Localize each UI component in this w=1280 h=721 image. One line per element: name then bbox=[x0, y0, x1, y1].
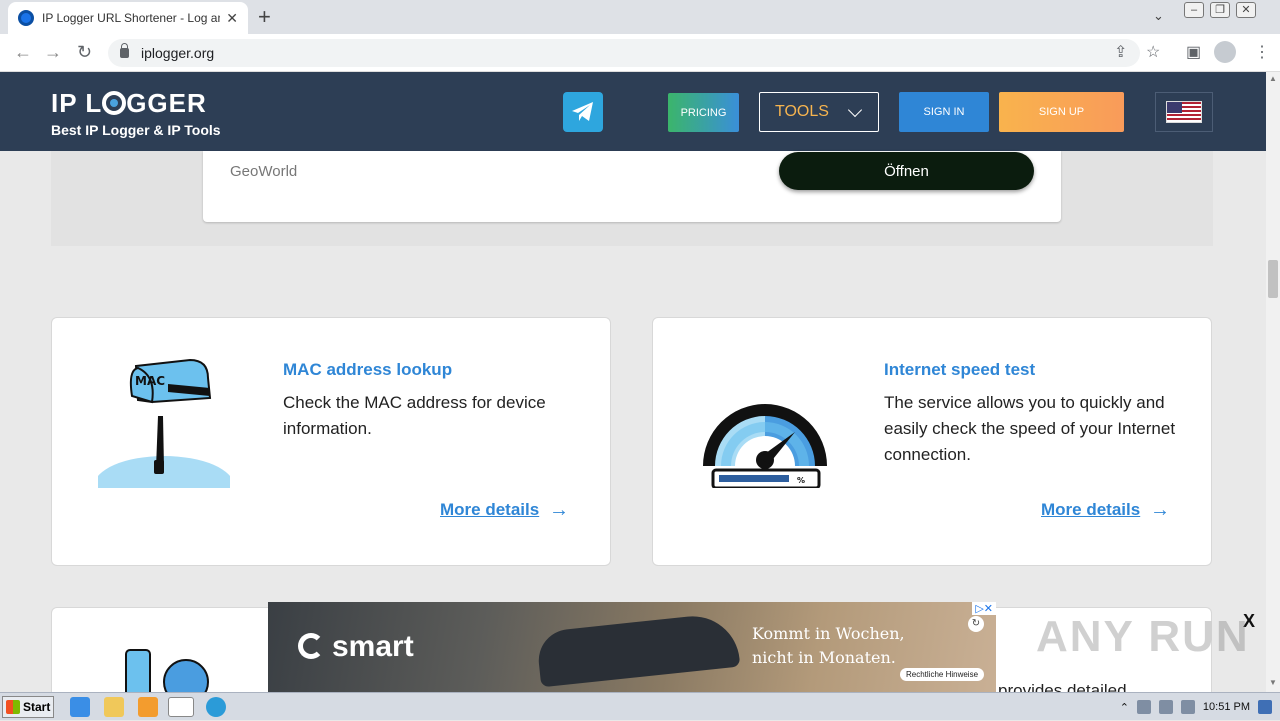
volume-icon[interactable] bbox=[1136, 700, 1151, 714]
new-tab-button[interactable]: + bbox=[258, 6, 271, 28]
restore-icon[interactable]: ❐ bbox=[1210, 2, 1230, 18]
scroll-up-icon[interactable]: ▲ bbox=[1269, 74, 1277, 83]
media-player-icon[interactable] bbox=[138, 697, 158, 717]
logo-text-start: IP L bbox=[51, 88, 103, 118]
card-description: Check the MAC address for device informa… bbox=[283, 393, 546, 438]
logo-eye-icon bbox=[102, 91, 127, 115]
browser-tabbar: IP Logger URL Shortener - Log and T ✕ + … bbox=[0, 0, 1280, 34]
smart-logo: smart bbox=[298, 630, 414, 664]
windows-taskbar: Start ⌃ 10:51 PM bbox=[0, 692, 1280, 720]
chevron-down-icon bbox=[847, 102, 863, 118]
smart-logo-icon bbox=[298, 633, 324, 659]
forward-arrow-icon[interactable]: → bbox=[44, 42, 62, 63]
tab-close-icon[interactable]: ✕ bbox=[226, 10, 238, 27]
start-label: Start bbox=[23, 700, 51, 714]
site-logo[interactable]: IP L GGER bbox=[51, 88, 207, 119]
site-favicon-icon bbox=[18, 10, 34, 26]
speedometer-icon: % bbox=[703, 404, 827, 488]
profile-avatar[interactable] bbox=[1214, 41, 1236, 63]
smart-ad-banner[interactable]: smart Kommt in Wochen, nicht in Monaten.… bbox=[268, 602, 996, 692]
language-selector[interactable] bbox=[1155, 92, 1213, 132]
more-details-link[interactable]: More details bbox=[1041, 500, 1140, 520]
logo-text-end: GGER bbox=[126, 88, 207, 118]
bookmark-star-icon[interactable]: ☆ bbox=[1146, 42, 1160, 62]
clock[interactable]: 10:51 PM bbox=[1203, 701, 1250, 713]
telegram-button[interactable] bbox=[563, 92, 603, 132]
telegram-icon bbox=[572, 102, 593, 121]
tray-expand-icon[interactable]: ⌃ bbox=[1120, 701, 1129, 714]
anyrun-watermark: ANY RUN bbox=[1036, 612, 1250, 661]
side-panel-icon[interactable]: ▣ bbox=[1186, 42, 1201, 62]
scroll-thumb[interactable] bbox=[1268, 260, 1278, 298]
ad-brand: GeoWorld bbox=[230, 163, 298, 180]
site-header: IP L GGER Best IP Logger & IP Tools PRICI… bbox=[0, 72, 1266, 151]
minimize-icon[interactable]: – bbox=[1184, 2, 1204, 18]
phone-edge-icon bbox=[125, 649, 209, 698]
arrow-right-icon[interactable]: → bbox=[1150, 499, 1170, 522]
site-tagline: Best IP Logger & IP Tools bbox=[51, 122, 221, 138]
ad-slogan: Kommt in Wochen, nicht in Monaten. bbox=[752, 622, 905, 670]
url-text: iplogger.org bbox=[141, 45, 215, 61]
scroll-down-icon[interactable]: ▼ bbox=[1269, 678, 1277, 687]
smart-brand-text: smart bbox=[332, 630, 414, 663]
car-image bbox=[535, 611, 741, 688]
window-controls: – ❐ ✕ bbox=[1184, 2, 1256, 18]
card-title: MAC address lookup bbox=[283, 360, 453, 379]
card-title: Internet speed test bbox=[884, 360, 1036, 379]
back-arrow-icon[interactable]: ← bbox=[14, 42, 32, 63]
action-center-flag-icon[interactable] bbox=[1180, 700, 1195, 714]
adchoices-icon[interactable]: ▷✕ bbox=[972, 602, 996, 615]
sign-up-button[interactable]: SIGN UP bbox=[999, 92, 1124, 132]
close-window-icon[interactable]: ✕ bbox=[1236, 2, 1256, 18]
svg-text:MAC: MAC bbox=[135, 374, 165, 388]
show-desktop-icon[interactable] bbox=[1258, 700, 1272, 714]
speed-test-card: % Internet speed test The service allows… bbox=[652, 317, 1212, 566]
explorer-folder-icon[interactable] bbox=[104, 697, 124, 717]
legal-notice-button[interactable]: Rechtliche Hinweise bbox=[900, 668, 985, 681]
tools-dropdown[interactable]: TOOLS bbox=[759, 92, 879, 132]
svg-text:%: % bbox=[797, 476, 805, 485]
menu-kebab-icon[interactable]: ⋮ bbox=[1254, 42, 1270, 62]
browser-toolbar: ← → ↻ iplogger.org ⇪ ☆ ▣ ⋮ bbox=[0, 34, 1280, 72]
ad-slogan-line-1: Kommt in Wochen, bbox=[752, 624, 905, 643]
geoworld-ad[interactable]: GeoWorld Öffnen bbox=[203, 151, 1061, 222]
sign-in-button[interactable]: SIGN IN bbox=[899, 92, 989, 132]
ad-open-button[interactable]: Öffnen bbox=[779, 152, 1034, 190]
ad-replay-icon[interactable]: ↻ bbox=[968, 616, 984, 632]
tools-label: TOOLS bbox=[775, 103, 829, 120]
chrome-icon[interactable] bbox=[168, 697, 194, 717]
address-bar[interactable]: iplogger.org bbox=[108, 39, 1140, 67]
start-button[interactable]: Start bbox=[2, 696, 54, 718]
tab-title: IP Logger URL Shortener - Log and T bbox=[42, 11, 220, 25]
page-scrollbar[interactable]: ▲ ▼ bbox=[1266, 72, 1280, 692]
reload-icon[interactable]: ↻ bbox=[77, 42, 92, 63]
mac-lookup-card: MAC MAC address lookup Check the MAC add… bbox=[51, 317, 611, 566]
system-tray: ⌃ 10:51 PM bbox=[1120, 693, 1280, 721]
more-details-link[interactable]: More details bbox=[440, 500, 539, 520]
us-flag-icon bbox=[1166, 101, 1202, 123]
share-icon[interactable]: ⇪ bbox=[1114, 42, 1127, 62]
tab-search-chevron-icon[interactable]: ⌄ bbox=[1153, 8, 1164, 24]
windows-logo-icon bbox=[6, 700, 20, 714]
card-description: The service allows you to quickly and ea… bbox=[884, 393, 1176, 464]
network-icon[interactable] bbox=[1158, 700, 1173, 714]
edge-icon[interactable] bbox=[206, 697, 226, 717]
ie-icon[interactable] bbox=[70, 697, 90, 717]
mailbox-icon: MAC bbox=[98, 358, 230, 488]
pricing-button[interactable]: PRICING bbox=[668, 93, 739, 132]
lock-icon[interactable] bbox=[120, 43, 129, 58]
ad-slogan-line-2: nicht in Monaten. bbox=[752, 648, 896, 667]
arrow-right-icon[interactable]: → bbox=[549, 499, 569, 522]
browser-tab[interactable]: IP Logger URL Shortener - Log and T ✕ bbox=[8, 2, 248, 34]
